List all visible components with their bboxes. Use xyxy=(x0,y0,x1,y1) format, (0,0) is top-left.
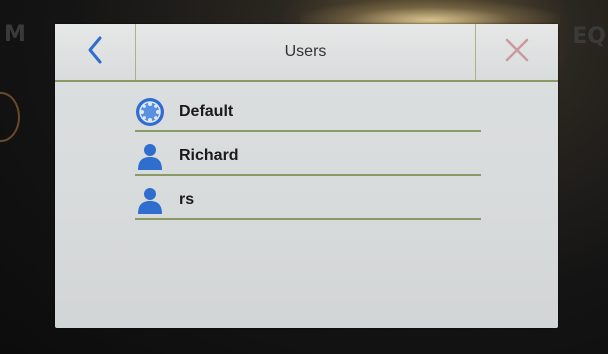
user-label: Default xyxy=(179,103,234,120)
bezel-label-right: EQ xyxy=(572,24,606,49)
back-button[interactable] xyxy=(55,24,136,80)
user-label: rs xyxy=(179,191,195,208)
person-icon xyxy=(135,141,165,171)
user-item-richard[interactable]: Richard xyxy=(135,134,481,178)
page-title: Users xyxy=(284,43,327,60)
user-item-rs[interactable]: rs xyxy=(135,178,481,222)
user-list: Default Richard rs xyxy=(135,90,481,222)
user-item-default[interactable]: Default xyxy=(135,90,481,134)
user-label: Richard xyxy=(179,147,239,164)
divider xyxy=(135,174,481,176)
close-button[interactable] xyxy=(475,24,558,80)
bezel-ring xyxy=(0,92,20,142)
close-icon xyxy=(504,37,530,67)
divider xyxy=(135,218,481,220)
divider xyxy=(135,130,481,132)
default-user-icon xyxy=(135,97,165,127)
title-bar: Users xyxy=(55,24,558,82)
person-icon xyxy=(135,185,165,215)
touch-screen: Users Default Richard rs xyxy=(55,24,558,328)
device-photo: M EQ Users Default Richard rs xyxy=(0,0,608,354)
bezel-label-left: M xyxy=(4,22,26,47)
chevron-left-icon xyxy=(85,35,105,69)
